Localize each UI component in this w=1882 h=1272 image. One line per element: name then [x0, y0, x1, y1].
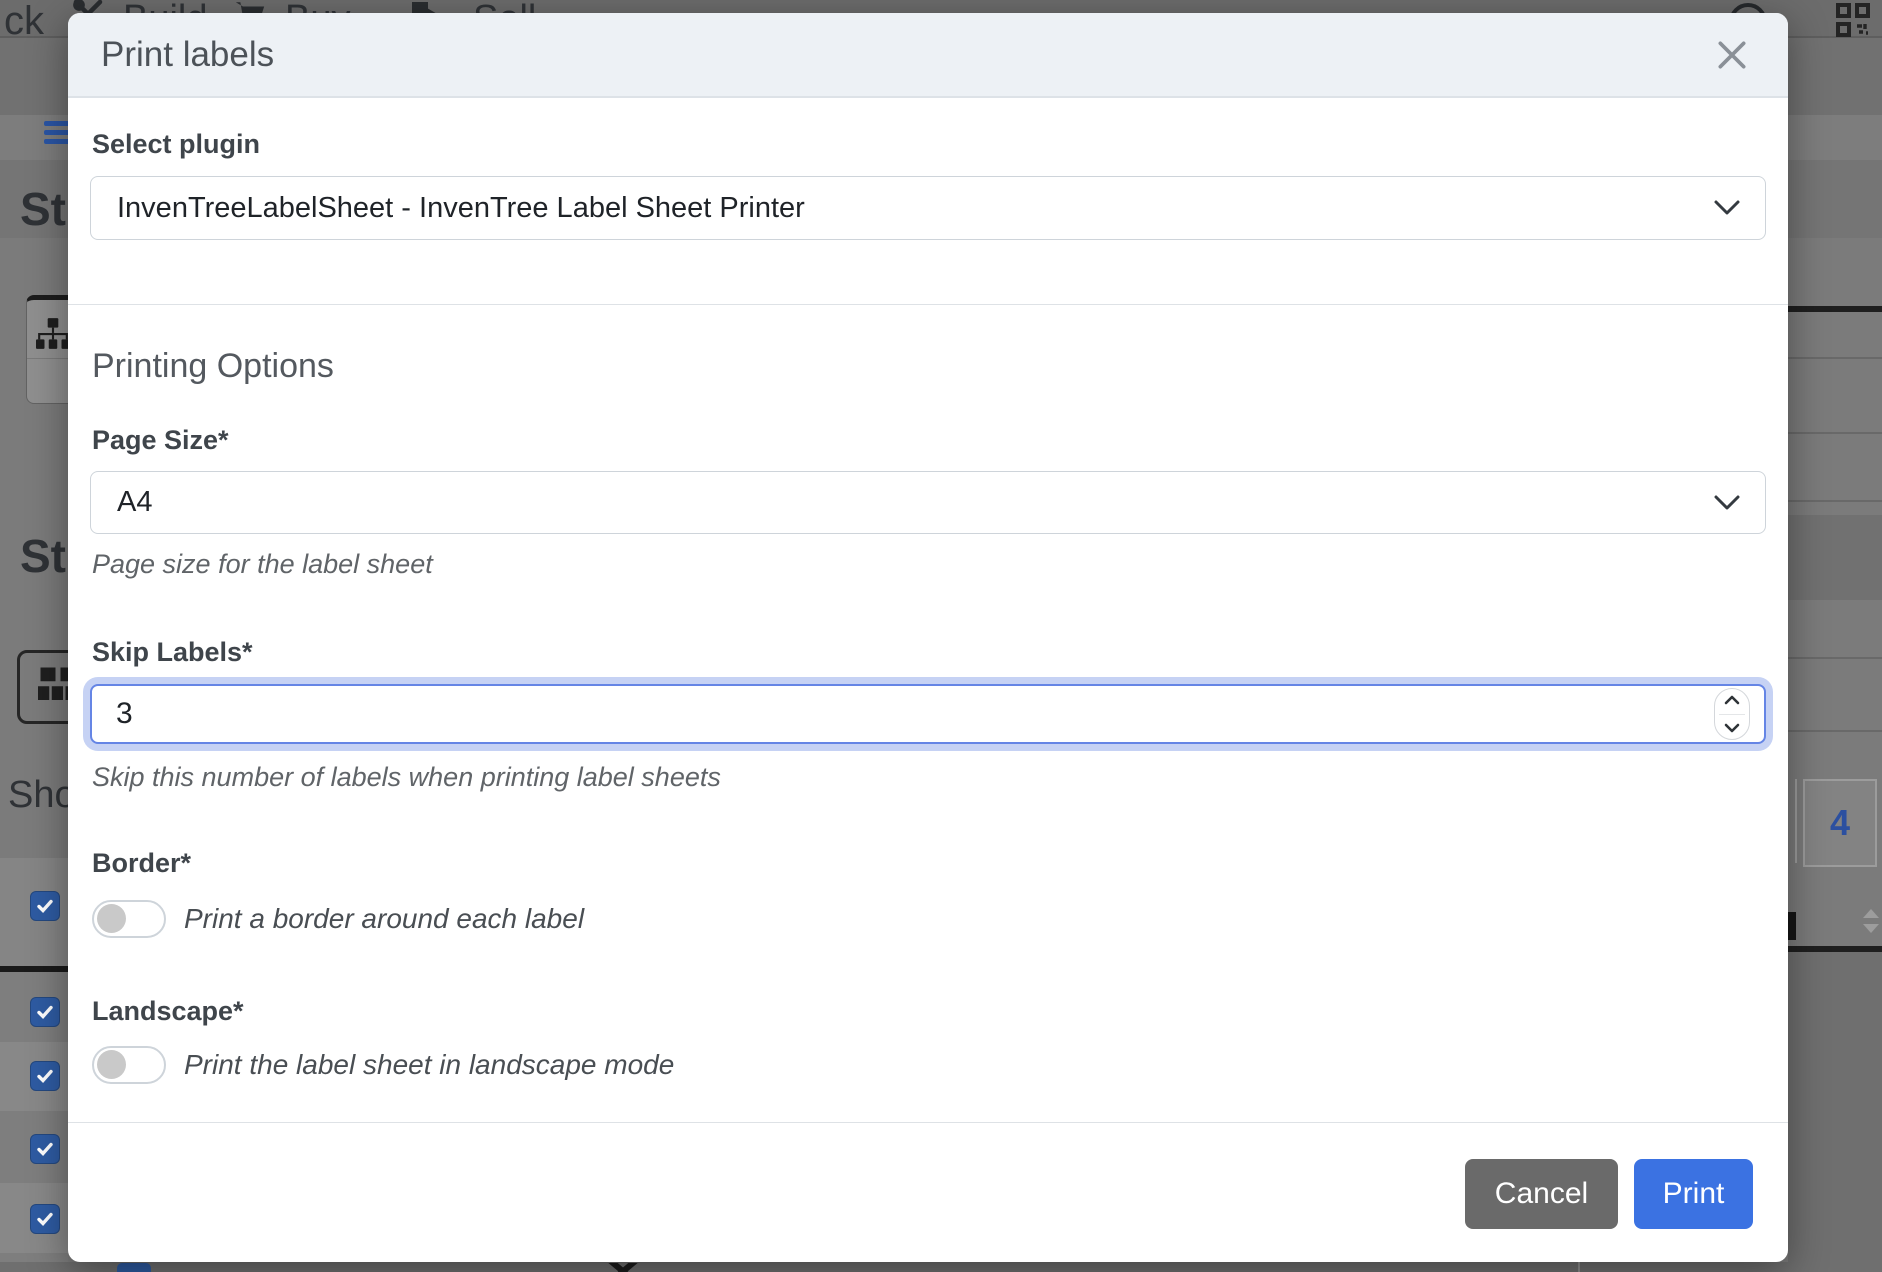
border-help: Print a border around each label — [184, 905, 584, 933]
landscape-toggle[interactable] — [92, 1046, 166, 1084]
cross-glyph-partial — [600, 1263, 646, 1272]
close-icon — [1712, 35, 1752, 75]
bg-bottom-strip — [0, 1262, 1882, 1272]
plugin-select[interactable]: InvenTreeLabelSheet - InvenTree Label Sh… — [90, 176, 1766, 240]
skip-labels-help: Skip this number of labels when printing… — [92, 764, 721, 791]
chevron-down-icon — [1713, 494, 1741, 512]
skip-labels-input[interactable] — [90, 684, 1766, 744]
bg-right-header-border — [1788, 306, 1882, 312]
skip-labels-field — [90, 684, 1766, 744]
page-size-select[interactable]: A4 — [90, 471, 1766, 534]
toggle-knob — [97, 904, 126, 933]
print-button[interactable]: Print — [1634, 1159, 1753, 1229]
plugin-label: Select plugin — [92, 131, 260, 158]
nav-tab-stock-partial: ck — [4, 0, 44, 49]
skip-labels-label: Skip Labels* — [92, 639, 253, 666]
print-labels-dialog: Print labels Select plugin InvenTreeLabe… — [68, 13, 1788, 1262]
row-checkbox — [30, 1061, 60, 1091]
stepper-down-icon[interactable] — [1724, 723, 1740, 733]
chevron-down-icon — [1713, 199, 1741, 217]
bg-right-lower — [1788, 952, 1882, 1272]
bg-right-row-line — [1788, 432, 1882, 434]
table-row — [0, 1253, 68, 1262]
page-heading-mid-partial: St — [20, 533, 66, 579]
barcode-scan-icon — [1836, 3, 1870, 37]
table-header-border — [0, 966, 68, 972]
hamburger-menu-icon — [44, 121, 70, 148]
showing-text-partial: Sho — [8, 776, 76, 814]
stepper-up-icon[interactable] — [1724, 695, 1740, 705]
border-toggle[interactable] — [92, 900, 166, 938]
plugin-select-value: InvenTreeLabelSheet - InvenTree Label Sh… — [117, 192, 805, 225]
row-checkbox — [30, 1134, 60, 1164]
row-checkbox — [30, 997, 60, 1027]
close-button[interactable] — [1712, 35, 1752, 75]
bg-right-row-line — [1788, 730, 1882, 732]
bg-right-row-line — [1788, 500, 1882, 502]
toggle-knob — [97, 1050, 126, 1079]
bg-right-band — [1788, 515, 1882, 600]
page-size-label: Page Size* — [92, 427, 229, 454]
page-size-help: Page size for the label sheet — [92, 551, 433, 578]
bg-right-row-line — [1788, 357, 1882, 359]
number-stepper[interactable] — [1714, 688, 1750, 740]
bg-right-row-line — [1788, 657, 1882, 659]
pagination-page-4: 4 — [1803, 779, 1877, 867]
page-heading-top-partial: St — [20, 186, 66, 232]
footer-divider — [68, 1122, 1788, 1123]
landscape-help: Print the label sheet in landscape mode — [184, 1051, 674, 1079]
landscape-label: Landscape* — [92, 998, 244, 1025]
cancel-button[interactable]: Cancel — [1465, 1159, 1618, 1229]
row-checkbox — [30, 1204, 60, 1234]
bg-right-footer-border — [1788, 946, 1882, 952]
sort-icon — [1860, 908, 1882, 934]
dialog-header: Print labels — [68, 13, 1788, 98]
sitemap-icon — [36, 318, 70, 350]
row-checkbox-partial — [117, 1263, 151, 1272]
border-label: Border* — [92, 850, 191, 877]
dialog-title: Print labels — [101, 37, 274, 72]
page-size-select-value: A4 — [117, 486, 152, 519]
pagination-cell-edge — [1795, 779, 1797, 863]
select-all-checkbox — [30, 891, 60, 921]
bg-column-line — [1578, 1262, 1580, 1272]
section-divider — [68, 304, 1788, 305]
printing-options-heading: Printing Options — [92, 349, 334, 383]
